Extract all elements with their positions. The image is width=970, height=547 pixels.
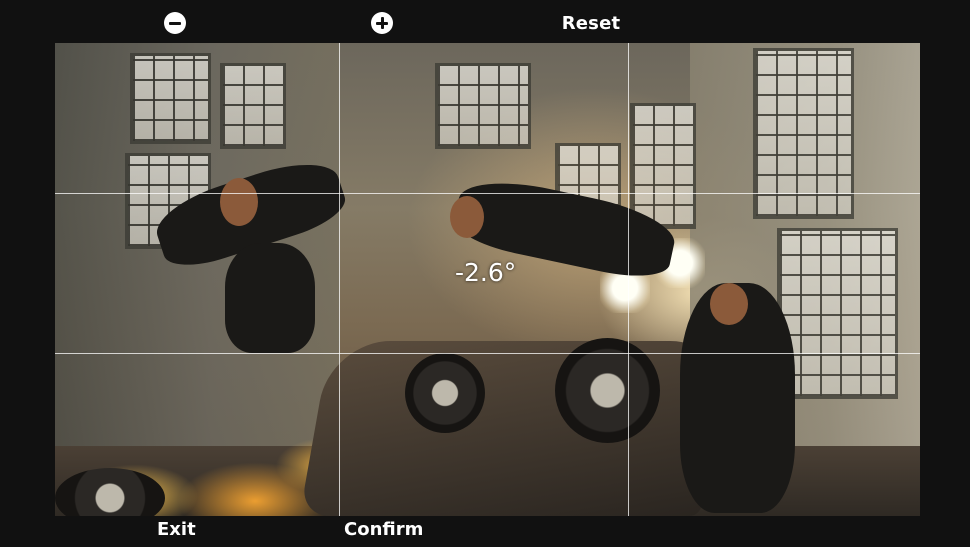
photo-figure-left-legs (225, 243, 315, 353)
confirm-label: Confirm (344, 519, 424, 540)
exit-label: Exit (157, 519, 196, 540)
grid-line-horizontal-2 (55, 353, 920, 354)
grid-line-vertical-2 (628, 43, 629, 516)
minus-circle-icon (164, 12, 186, 34)
photo-window (220, 63, 286, 149)
zoom-in-button[interactable] (369, 6, 395, 40)
reset-button[interactable]: Reset (560, 6, 622, 40)
confirm-button[interactable]: Confirm (344, 519, 423, 545)
zoom-out-button[interactable] (162, 6, 188, 40)
photo-figure-left-head (220, 178, 258, 226)
photo-window (630, 103, 696, 229)
photo-window (435, 63, 531, 149)
grid-line-vertical-1 (339, 43, 340, 516)
photo-viewport[interactable]: -2.6° (55, 43, 920, 516)
grid-line-horizontal-1 (55, 193, 920, 194)
photo-window (777, 228, 898, 399)
rotation-editor-screen: Reset -2.6° Exit Confirm (0, 0, 970, 547)
rotation-angle-readout: -2.6° (455, 258, 517, 287)
photo-figure-center-head (450, 196, 484, 238)
photo-tire (405, 353, 485, 433)
exit-button[interactable]: Exit (157, 519, 196, 545)
photo-overturned-car (299, 341, 731, 516)
reset-label: Reset (561, 12, 621, 34)
photo-figure-right-head (710, 283, 748, 325)
photo-window (130, 53, 211, 144)
plus-circle-icon (371, 12, 393, 34)
